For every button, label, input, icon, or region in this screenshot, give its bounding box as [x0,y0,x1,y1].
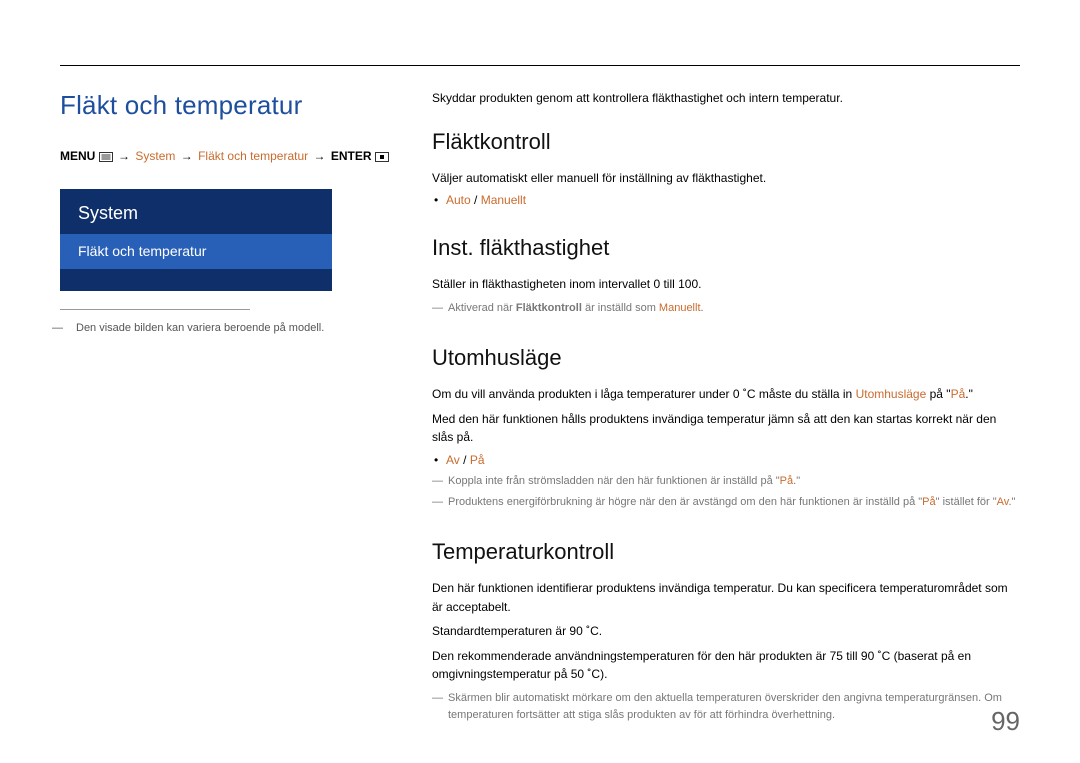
option-bullet: Av / På [432,453,1020,467]
menu-panel-item: Fläkt och temperatur [60,234,332,269]
footnote-dash-icon: ― [432,690,443,707]
menu-icon [99,152,113,162]
section-p3: Den rekommenderade användningstemperatur… [432,647,1020,684]
option-manuellt: Manuellt [481,193,526,207]
p1-b: på " [926,387,950,401]
note-orange: Manuellt [659,302,701,314]
section-p2: Standardtemperaturen är 90 ˚C. [432,622,1020,641]
footnote-dash-icon: ― [432,300,443,317]
option-bullet: Auto / Manuellt [432,193,1020,207]
right-column: Skyddar produkten genom att kontrollera … [432,90,1020,752]
section-inst-flakthastighet: Inst. fläkthastighet Ställer in fläkthas… [432,235,1020,317]
p1-c: ." [965,387,973,401]
p1-a: Om du vill använda produkten i låga temp… [432,387,856,401]
breadcrumb-arrow: → [313,149,325,163]
note-bold: Fläktkontroll [516,302,582,314]
footnote-dash-icon: ― [432,494,443,511]
page-number: 99 [991,706,1020,737]
section-heading: Temperaturkontroll [432,539,1020,565]
section-p1: Den här funktionen identifierar produkte… [432,579,1020,616]
breadcrumb-arrow: → [118,149,130,163]
note-text-c: . [701,302,704,314]
note-text: Skärmen blir automatiskt mörkare om den … [448,692,1002,721]
note1-b: ." [793,475,800,487]
footnote-dash-icon: ― [64,322,76,334]
note-text-b: är inställd som [582,302,659,314]
page-title: Fläkt och temperatur [60,90,396,121]
footnote: ― Koppla inte från strömsladden när den … [432,473,1020,490]
footnote: ― Produktens energiförbrukning är högre … [432,494,1020,511]
breadcrumb: MENU → System → Fläkt och temperatur → E… [60,149,396,163]
section-heading: Inst. fläkthastighet [432,235,1020,261]
breadcrumb-enter-label: ENTER [331,149,372,163]
left-column: Fläkt och temperatur MENU → System → Flä… [60,90,396,752]
breadcrumb-system: System [135,149,175,163]
section-heading: Fläktkontroll [432,129,1020,155]
menu-panel-header: System [60,189,332,234]
section-p1: Om du vill använda produkten i låga temp… [432,385,1020,404]
section-desc: Ställer in fläkthastigheten inom interva… [432,275,1020,294]
option-auto: Auto [446,193,471,207]
section-temperaturkontroll: Temperaturkontroll Den här funktionen id… [432,539,1020,724]
top-rule [60,65,1020,66]
note2-orange1: På [922,496,935,508]
left-divider [60,309,250,310]
p1-orange2: På [951,387,966,401]
section-p2: Med den här funktionen hålls produktens … [432,410,1020,447]
note2-c: ." [1008,496,1015,508]
note1-a: Koppla inte från strömsladden när den hä… [448,475,780,487]
columns: Fläkt och temperatur MENU → System → Flä… [60,90,1020,752]
section-desc: Väljer automatiskt eller manuell för ins… [432,169,1020,188]
intro-text: Skyddar produkten genom att kontrollera … [432,90,1020,107]
menu-panel-spacer [60,269,332,291]
note2-b: " istället för " [936,496,997,508]
note2-orange2: Av [997,496,1009,508]
section-flaktkontroll: Fläktkontroll Väljer automatiskt eller m… [432,129,1020,208]
left-footnote-text: Den visade bilden kan variera beroende p… [76,322,324,334]
section-utomhuslage: Utomhusläge Om du vill använda produkten… [432,345,1020,511]
option-av: Av [446,453,460,467]
option-pa: På [470,453,485,467]
note1-orange: På [780,475,793,487]
menu-panel: System Fläkt och temperatur [60,189,332,291]
left-footnote: ―Den visade bilden kan variera beroende … [64,322,396,334]
note-text-a: Aktiverad när [448,302,516,314]
breadcrumb-menu-label: MENU [60,149,95,163]
footnote: ― Skärmen blir automatiskt mörkare om de… [432,690,1020,724]
enter-icon [375,152,389,162]
page-container: Fläkt och temperatur MENU → System → Flä… [0,0,1080,752]
option-sep: / [460,453,470,467]
option-sep: / [471,193,481,207]
breadcrumb-arrow: → [181,149,193,163]
note2-a: Produktens energiförbrukning är högre nä… [448,496,922,508]
breadcrumb-flakt: Fläkt och temperatur [198,149,308,163]
p1-orange1: Utomhusläge [856,387,927,401]
footnote-dash-icon: ― [432,473,443,490]
section-heading: Utomhusläge [432,345,1020,371]
footnote: ― Aktiverad när Fläktkontroll är inställ… [432,300,1020,317]
